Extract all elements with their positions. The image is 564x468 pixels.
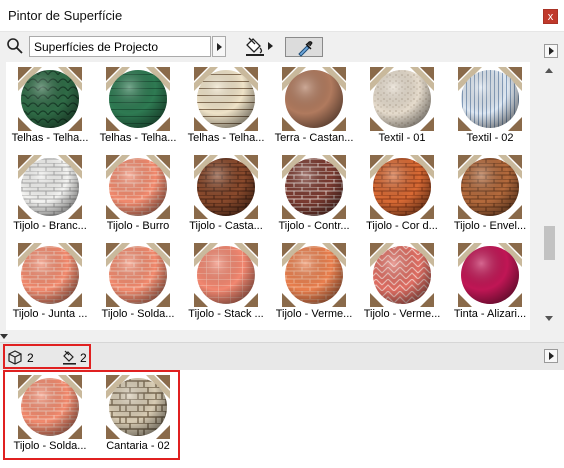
material-sphere-thumbnail[interactable] — [458, 155, 522, 219]
material-sphere-thumbnail[interactable] — [106, 243, 170, 307]
surface-tile[interactable]: Tijolo - Branc... — [8, 150, 96, 238]
surface-label: Telhas - Telha... — [99, 132, 177, 144]
surface-tile[interactable]: Tinta - Alizari... — [448, 238, 530, 326]
surface-label: Tijolo - Contr... — [278, 220, 350, 232]
surface-label: Tijolo - Cor d... — [366, 220, 438, 232]
source-menu-arrow-button[interactable] — [212, 36, 226, 57]
surface-tile[interactable]: Telhas - Telha... — [96, 62, 184, 150]
material-sphere-thumbnail[interactable] — [282, 155, 346, 219]
surface-tile[interactable]: Tijolo - Verme... — [360, 238, 448, 326]
title-bar: Pintor de Superfície x — [0, 0, 564, 32]
surface-label: Tijolo - Burro — [106, 220, 170, 232]
material-sphere-thumbnail[interactable] — [18, 67, 82, 131]
surface-tile[interactable]: Telhas - Telha... — [8, 62, 96, 150]
material-sphere-thumbnail[interactable] — [194, 243, 258, 307]
surface-tile[interactable]: Tijolo - Burro — [96, 150, 184, 238]
surface-source-select[interactable]: Superfícies de Projecto — [29, 36, 211, 57]
material-sphere-thumbnail[interactable] — [282, 67, 346, 131]
material-sphere-thumbnail[interactable] — [106, 155, 170, 219]
surface-grid: Telhas - Telha... Telhas - Telha... Telh… — [6, 62, 530, 330]
surface-label: Tinta - Alizari... — [453, 308, 527, 320]
surface-tile[interactable]: Telhas - Telha... — [184, 62, 272, 150]
surface-tile[interactable]: Tijolo - Junta ... — [8, 238, 96, 326]
material-sphere-thumbnail[interactable] — [370, 67, 434, 131]
expand-status-button[interactable] — [544, 349, 558, 363]
scroll-up-arrow[interactable] — [545, 68, 553, 73]
close-button[interactable]: x — [543, 9, 558, 24]
eyedropper-icon — [298, 41, 313, 57]
surface-label: Tijolo - Envel... — [453, 220, 527, 232]
material-sphere-thumbnail[interactable] — [18, 243, 82, 307]
surface-tile[interactable]: Terra - Castan... — [272, 62, 360, 150]
material-sphere-thumbnail[interactable] — [458, 67, 522, 131]
surface-tile[interactable]: Tijolo - Contr... — [272, 150, 360, 238]
material-sphere-thumbnail[interactable] — [370, 243, 434, 307]
surface-tile[interactable]: Tijolo - Cor d... — [360, 150, 448, 238]
material-sphere-thumbnail[interactable] — [106, 67, 170, 131]
surface-tile[interactable]: Tijolo - Solda... — [96, 238, 184, 326]
surface-label: Telhas - Telha... — [187, 132, 265, 144]
material-sphere-thumbnail[interactable] — [194, 155, 258, 219]
material-sphere-thumbnail[interactable] — [282, 243, 346, 307]
surface-tile[interactable]: Textil - 02 — [448, 62, 530, 150]
search-icon[interactable] — [6, 37, 24, 55]
used-surfaces-highlight-box — [3, 370, 180, 460]
scroll-down-arrow[interactable] — [545, 316, 553, 321]
paint-bucket-icon[interactable] — [244, 36, 266, 58]
expand-toolbar-button[interactable] — [544, 44, 558, 58]
vertical-scrollbar[interactable] — [541, 62, 558, 330]
material-sphere-thumbnail[interactable] — [370, 155, 434, 219]
scroll-thumb[interactable] — [544, 226, 555, 260]
surface-label: Textil - 02 — [466, 132, 514, 144]
eyedropper-button[interactable] — [285, 37, 323, 57]
surface-label: Telhas - Telha... — [11, 132, 89, 144]
surface-label: Tijolo - Solda... — [101, 308, 175, 320]
surface-tile[interactable]: Tijolo - Verme... — [272, 238, 360, 326]
material-sphere-thumbnail[interactable] — [194, 67, 258, 131]
surface-label: Tijolo - Verme... — [363, 308, 441, 320]
status-highlight-box — [3, 344, 91, 369]
panel-splitter[interactable] — [0, 334, 564, 342]
surface-label: Tijolo - Branc... — [13, 220, 87, 232]
surface-label: Tijolo - Casta... — [189, 220, 263, 232]
surface-label: Terra - Castan... — [274, 132, 354, 144]
surface-tile[interactable]: Tijolo - Casta... — [184, 150, 272, 238]
material-sphere-thumbnail[interactable] — [18, 155, 82, 219]
surface-tile[interactable]: Tijolo - Envel... — [448, 150, 530, 238]
surface-tile[interactable]: Tijolo - Stack ... — [184, 238, 272, 326]
collapse-arrow-icon[interactable] — [0, 334, 8, 339]
material-sphere-thumbnail[interactable] — [458, 243, 522, 307]
surface-tile[interactable]: Textil - 01 — [360, 62, 448, 150]
surface-label: Textil - 01 — [378, 132, 426, 144]
surface-label: Tijolo - Junta ... — [12, 308, 88, 320]
surface-label: Tijolo - Verme... — [275, 308, 353, 320]
surface-label: Tijolo - Stack ... — [188, 308, 264, 320]
window-title: Pintor de Superfície — [8, 8, 123, 23]
toolbar: Superfícies de Projecto — [0, 32, 564, 62]
